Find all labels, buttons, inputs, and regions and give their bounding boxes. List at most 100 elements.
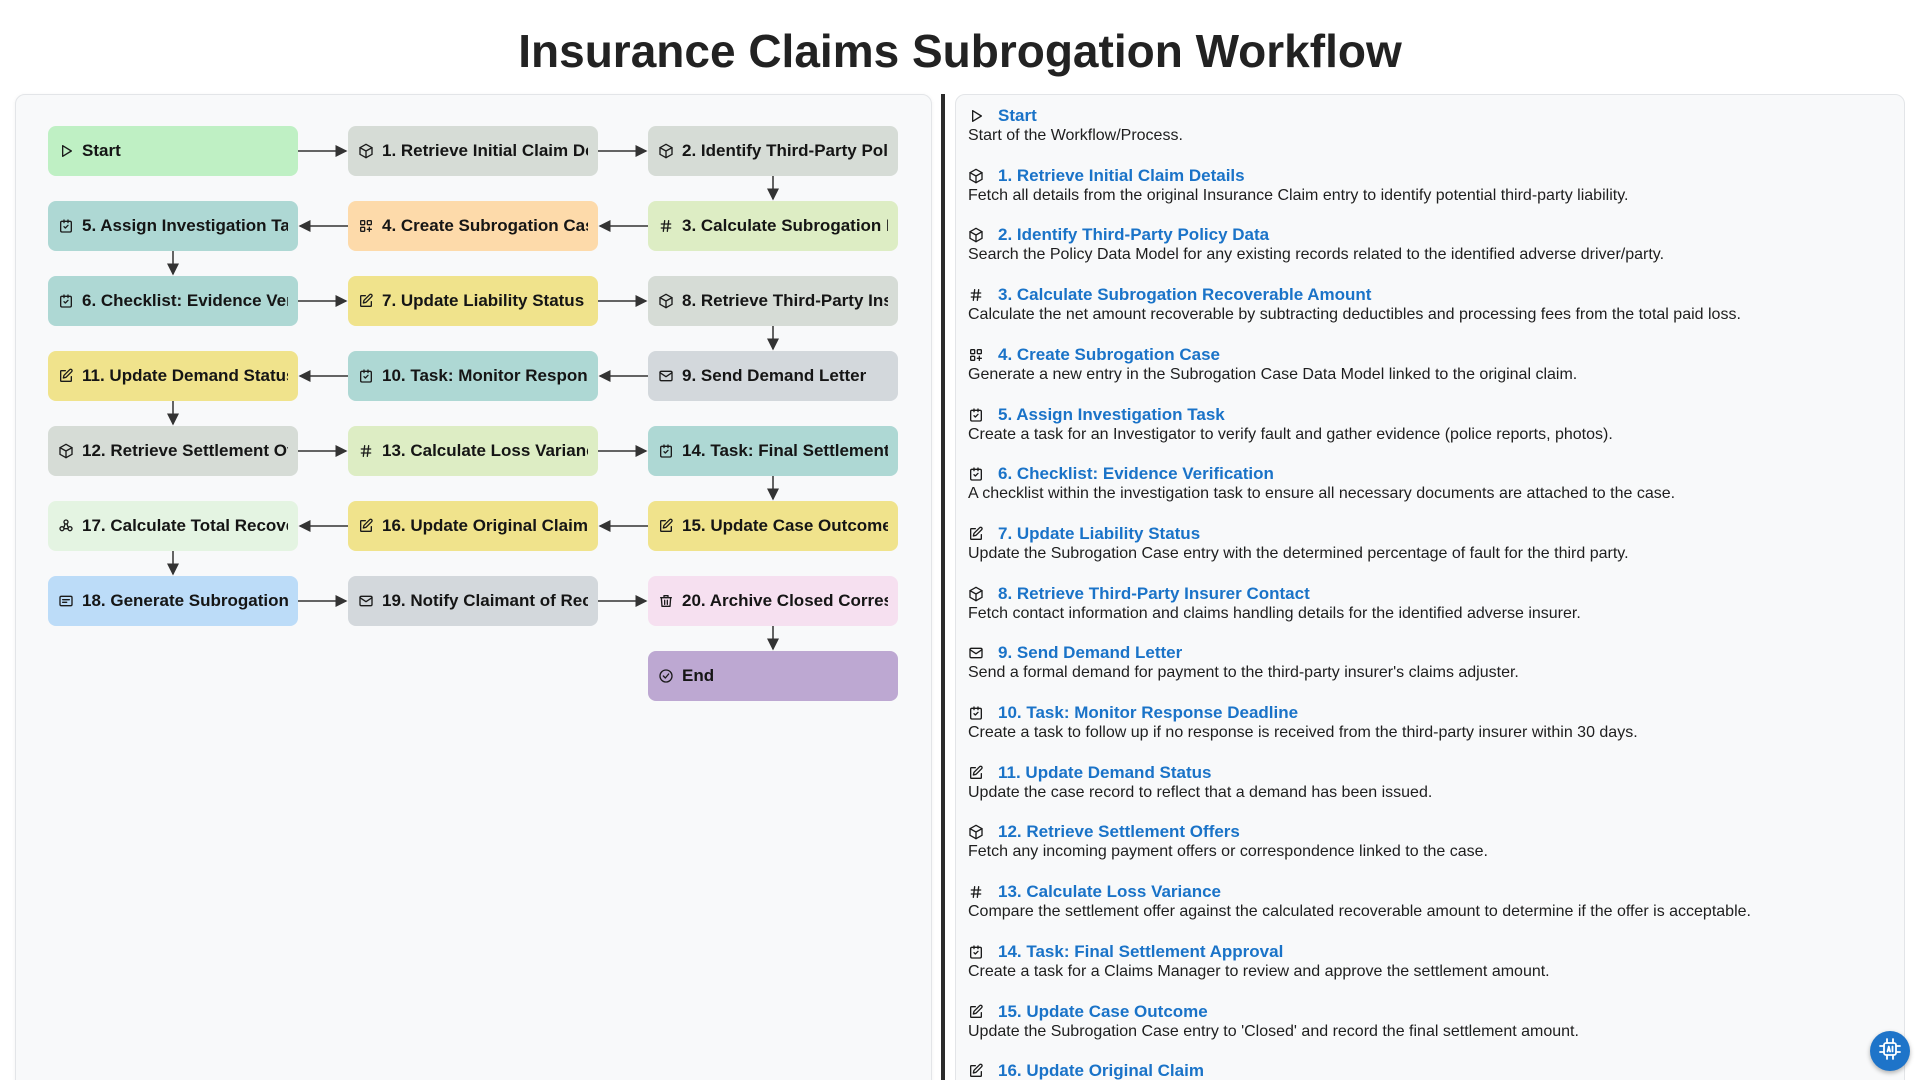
node-n11[interactable]: 11. Update Demand Status [48, 351, 298, 401]
task-check-icon [58, 293, 74, 309]
list-item-header: Start [968, 106, 1183, 126]
list-item-title-link[interactable]: 8. Retrieve Third-Party Insurer Contact [998, 584, 1310, 604]
list-item-title-link[interactable]: 9. Send Demand Letter [998, 643, 1182, 663]
list-item: 13. Calculate Loss Variance Compare the s… [968, 882, 1751, 921]
list-item-title-link[interactable]: 5. Assign Investigation Task [998, 405, 1225, 425]
list-item-title-link[interactable]: 7. Update Liability Status [998, 524, 1200, 544]
list-item-title-link[interactable]: 6. Checklist: Evidence Verification [998, 464, 1274, 484]
envelope-icon [358, 593, 374, 609]
list-item-header: 15. Update Case Outcome [968, 1002, 1579, 1022]
node-n8[interactable]: 8. Retrieve Third-Party Insurer Contact [648, 276, 898, 326]
node-label: 10. Task: Monitor Response Deadline [382, 366, 588, 385]
list-item: 15. Update Case Outcome Update the Subrog… [968, 1002, 1579, 1041]
hash-icon [968, 287, 984, 303]
node-n13[interactable]: 13. Calculate Loss Variance [348, 426, 598, 476]
node-n5[interactable]: 5. Assign Investigation Task [48, 201, 298, 251]
list-item: 16. Update Original Claim [968, 1061, 1204, 1080]
cube-icon [968, 824, 984, 840]
hash-icon [358, 443, 374, 459]
list-item: 11. Update Demand Status Update the case … [968, 763, 1432, 802]
node-n10[interactable]: 10. Task: Monitor Response Deadline [348, 351, 598, 401]
edit-icon [968, 1004, 984, 1020]
list-item: 4. Create Subrogation Case Generate a new… [968, 345, 1577, 384]
list-item-title-link[interactable]: 2. Identify Third-Party Policy Data [998, 225, 1269, 245]
play-icon [968, 108, 984, 124]
list-item: 2. Identify Third-Party Policy Data Searc… [968, 225, 1664, 264]
hash-icon [658, 218, 674, 234]
node-n19[interactable]: 19. Notify Claimant of Recovery [348, 576, 598, 626]
node-label: 13. Calculate Loss Variance [382, 441, 588, 460]
cube-icon [658, 293, 674, 309]
node-n2[interactable]: 2. Identify Third-Party Policy Data [648, 126, 898, 176]
node-n6[interactable]: 6. Checklist: Evidence Verification [48, 276, 298, 326]
task-check-icon [968, 407, 984, 423]
list-item-header: 9. Send Demand Letter [968, 643, 1519, 663]
node-n20[interactable]: 20. Archive Closed Correspondence [648, 576, 898, 626]
node-n18[interactable]: 18. Generate Subrogation Report [48, 576, 298, 626]
node-label: 17. Calculate Total Recovery [82, 516, 288, 535]
list-item-header: 8. Retrieve Third-Party Insurer Contact [968, 584, 1581, 604]
list-item-title-link[interactable]: 10. Task: Monitor Response Deadline [998, 703, 1298, 723]
workflow-diagram-panel: Start 1. Retrieve Initial Claim Details 2.… [15, 94, 932, 1080]
node-n1[interactable]: 1. Retrieve Initial Claim Details [348, 126, 598, 176]
node-start[interactable]: Start [48, 126, 298, 176]
node-label: 11. Update Demand Status [82, 366, 288, 385]
list-item: 3. Calculate Subrogation Recoverable Amo… [968, 285, 1741, 324]
node-label: 1. Retrieve Initial Claim Details [382, 141, 588, 160]
list-item-header: 7. Update Liability Status [968, 524, 1629, 544]
list-item-title-link[interactable]: 16. Update Original Claim [998, 1061, 1204, 1080]
node-n3[interactable]: 3. Calculate Subrogation Recoverable Amo… [648, 201, 898, 251]
cluster-icon [58, 518, 74, 534]
list-item-description: Create a task for a Claims Manager to re… [968, 962, 1550, 980]
list-item-header: 6. Checklist: Evidence Verification [968, 464, 1675, 484]
list-item-header: 13. Calculate Loss Variance [968, 882, 1751, 902]
node-label: 20. Archive Closed Correspondence [682, 591, 888, 610]
list-item-description: Fetch all details from the original Insu… [968, 186, 1629, 204]
panel-resize-handle[interactable] [941, 94, 945, 1080]
edit-icon [968, 1063, 984, 1079]
list-item-description: Update the case record to reflect that a… [968, 783, 1433, 801]
list-item-description: A checklist within the investigation tas… [968, 485, 1676, 503]
envelope-icon [968, 645, 984, 661]
list-item-title-link[interactable]: 1. Retrieve Initial Claim Details [998, 166, 1245, 186]
list-item: 1. Retrieve Initial Claim Details Fetch a… [968, 166, 1628, 205]
node-n7[interactable]: 7. Update Liability Status [348, 276, 598, 326]
node-n17[interactable]: 17. Calculate Total Recovery [48, 501, 298, 551]
task-check-icon [58, 218, 74, 234]
edit-icon [358, 518, 374, 534]
list-item-title-link[interactable]: 14. Task: Final Settlement Approval [998, 942, 1283, 962]
node-n4[interactable]: 4. Create Subrogation Case [348, 201, 598, 251]
node-label: 19. Notify Claimant of Recovery [382, 591, 588, 610]
list-item-header: 14. Task: Final Settlement Approval [968, 942, 1550, 962]
node-n15[interactable]: 15. Update Case Outcome [648, 501, 898, 551]
list-item-title-link[interactable]: 11. Update Demand Status [998, 763, 1212, 783]
edit-icon [968, 526, 984, 542]
list-item-header: 5. Assign Investigation Task [968, 405, 1613, 425]
list-item-title-link[interactable]: 4. Create Subrogation Case [998, 345, 1220, 365]
list-item-description: Calculate the net amount recoverable by … [968, 306, 1741, 324]
node-n12[interactable]: 12. Retrieve Settlement Offers [48, 426, 298, 476]
node-n14[interactable]: 14. Task: Final Settlement Approval [648, 426, 898, 476]
node-n16[interactable]: 16. Update Original Claim [348, 501, 598, 551]
node-label: 18. Generate Subrogation Report [82, 591, 288, 610]
task-check-icon [968, 944, 984, 960]
list-item-title-link[interactable]: 3. Calculate Subrogation Recoverable Amo… [998, 285, 1371, 305]
list-item-title-link[interactable]: 15. Update Case Outcome [998, 1002, 1208, 1022]
list-item-title-link[interactable]: 12. Retrieve Settlement Offers [998, 822, 1240, 842]
node-end[interactable]: End [648, 651, 898, 701]
list-item: 10. Task: Monitor Response Deadline Creat… [968, 703, 1638, 742]
hash-icon [968, 884, 984, 900]
ai-assistant-button[interactable] [1870, 1031, 1910, 1071]
list-item-header: 3. Calculate Subrogation Recoverable Amo… [968, 285, 1741, 305]
list-item-header: 16. Update Original Claim [968, 1061, 1204, 1080]
envelope-icon [658, 368, 674, 384]
node-n9[interactable]: 9. Send Demand Letter [648, 351, 898, 401]
list-item-header: 10. Task: Monitor Response Deadline [968, 703, 1638, 723]
list-item-header: 4. Create Subrogation Case [968, 345, 1577, 365]
list-item-header: 12. Retrieve Settlement Offers [968, 822, 1488, 842]
node-label: Start [82, 141, 121, 160]
list-item-description: Send a formal demand for payment to the … [968, 664, 1519, 682]
list-item-title-link[interactable]: 13. Calculate Loss Variance [998, 882, 1221, 902]
play-icon [58, 143, 74, 159]
list-item-title-link[interactable]: Start [998, 106, 1037, 126]
